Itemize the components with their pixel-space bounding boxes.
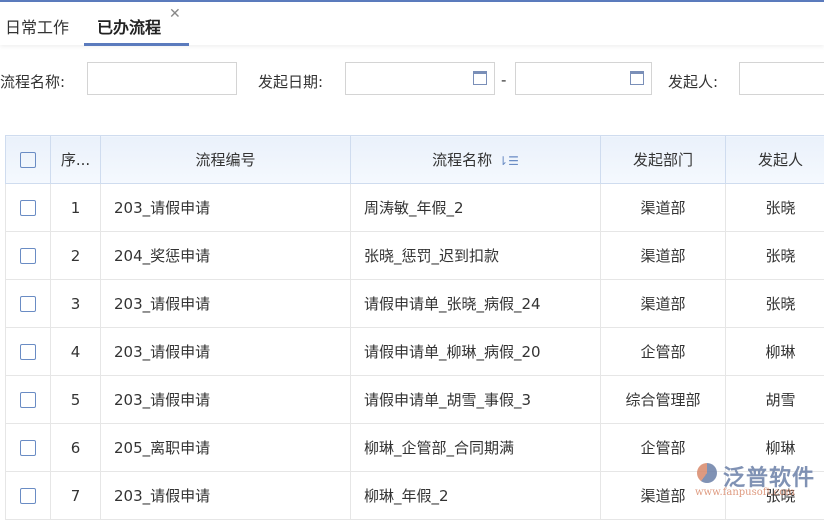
row-checkbox[interactable]	[20, 344, 36, 360]
tab-bar: 日常工作 已办流程 ✕	[0, 2, 824, 45]
table-row[interactable]: 2204_奖惩申请张晓_惩罚_迟到扣款渠道部张晓	[6, 232, 824, 280]
calendar-icon[interactable]	[630, 71, 644, 85]
row-checkbox[interactable]	[20, 296, 36, 312]
row-process-name: 请假申请单_柳琳_病假_20	[351, 328, 601, 376]
sort-icon[interactable]: ⇂☰	[498, 154, 519, 168]
row-select-cell	[6, 184, 51, 232]
logo-mark-icon	[697, 463, 717, 483]
row-process-code: 204_奖惩申请	[101, 232, 351, 280]
row-checkbox[interactable]	[20, 392, 36, 408]
start-date-to-input[interactable]	[515, 62, 652, 95]
row-initiator: 张晓	[726, 184, 824, 232]
row-department: 渠道部	[601, 280, 726, 328]
row-process-name: 柳琳_企管部_合同期满	[351, 424, 601, 472]
row-select-cell	[6, 376, 51, 424]
row-seq: 1	[51, 184, 101, 232]
tab-done-process[interactable]: 已办流程	[97, 14, 161, 38]
row-select-cell	[6, 424, 51, 472]
table-row[interactable]: 5203_请假申请请假申请单_胡雪_事假_3综合管理部胡雪	[6, 376, 824, 424]
row-seq: 7	[51, 472, 101, 520]
active-tab-indicator	[84, 43, 189, 46]
row-select-cell	[6, 232, 51, 280]
row-process-code: 203_请假申请	[101, 280, 351, 328]
row-initiator: 柳琳	[726, 328, 824, 376]
date-separator: -	[501, 71, 506, 89]
row-seq: 3	[51, 280, 101, 328]
row-department: 企管部	[601, 328, 726, 376]
row-process-code: 203_请假申请	[101, 184, 351, 232]
row-checkbox[interactable]	[20, 200, 36, 216]
header-process-code[interactable]: 流程编号	[101, 136, 351, 184]
start-date-from-input[interactable]	[345, 62, 495, 95]
initiator-label: 发起人:	[668, 71, 718, 92]
tab-daily-work[interactable]: 日常工作	[5, 14, 69, 38]
select-all-checkbox[interactable]	[20, 152, 36, 168]
row-initiator: 张晓	[726, 232, 824, 280]
row-checkbox[interactable]	[20, 488, 36, 504]
row-initiator: 张晓	[726, 280, 824, 328]
row-department: 渠道部	[601, 184, 726, 232]
row-process-name: 周涛敏_年假_2	[351, 184, 601, 232]
row-select-cell	[6, 280, 51, 328]
row-process-code: 203_请假申请	[101, 472, 351, 520]
row-initiator: 胡雪	[726, 376, 824, 424]
start-date-label: 发起日期:	[258, 71, 323, 92]
row-checkbox[interactable]	[20, 440, 36, 456]
header-seq[interactable]: 序...	[51, 136, 101, 184]
table-header-row: 序... 流程编号 流程名称 ⇂☰ 发起部门 发起人	[6, 136, 824, 184]
row-process-code: 205_离职申请	[101, 424, 351, 472]
row-department: 渠道部	[601, 232, 726, 280]
table-row[interactable]: 4203_请假申请请假申请单_柳琳_病假_20企管部柳琳	[6, 328, 824, 376]
header-department[interactable]: 发起部门	[601, 136, 726, 184]
watermark-url: www.fanpusoft.com	[695, 487, 795, 498]
row-seq: 4	[51, 328, 101, 376]
row-process-name: 请假申请单_胡雪_事假_3	[351, 376, 601, 424]
table-row[interactable]: 3203_请假申请请假申请单_张晓_病假_24渠道部张晓	[6, 280, 824, 328]
row-seq: 6	[51, 424, 101, 472]
row-seq: 2	[51, 232, 101, 280]
initiator-input[interactable]	[739, 62, 824, 95]
row-process-name: 柳琳_年假_2	[351, 472, 601, 520]
process-name-input[interactable]	[87, 62, 237, 95]
table-row[interactable]: 1203_请假申请周涛敏_年假_2渠道部张晓	[6, 184, 824, 232]
close-icon[interactable]: ✕	[169, 6, 181, 22]
row-select-cell	[6, 328, 51, 376]
watermark-logo: 泛普软件 www.fanpusoft.com	[695, 460, 820, 502]
calendar-icon[interactable]	[473, 71, 487, 85]
row-process-name: 请假申请单_张晓_病假_24	[351, 280, 601, 328]
select-all-cell	[6, 136, 51, 184]
row-seq: 5	[51, 376, 101, 424]
row-select-cell	[6, 472, 51, 520]
row-process-name: 张晓_惩罚_迟到扣款	[351, 232, 601, 280]
header-process-name[interactable]: 流程名称 ⇂☰	[351, 136, 601, 184]
row-process-code: 203_请假申请	[101, 376, 351, 424]
row-checkbox[interactable]	[20, 248, 36, 264]
process-name-label: 流程名称:	[0, 71, 65, 92]
header-initiator[interactable]: 发起人	[726, 136, 824, 184]
header-process-name-label: 流程名称	[432, 151, 492, 169]
row-department: 综合管理部	[601, 376, 726, 424]
row-process-code: 203_请假申请	[101, 328, 351, 376]
